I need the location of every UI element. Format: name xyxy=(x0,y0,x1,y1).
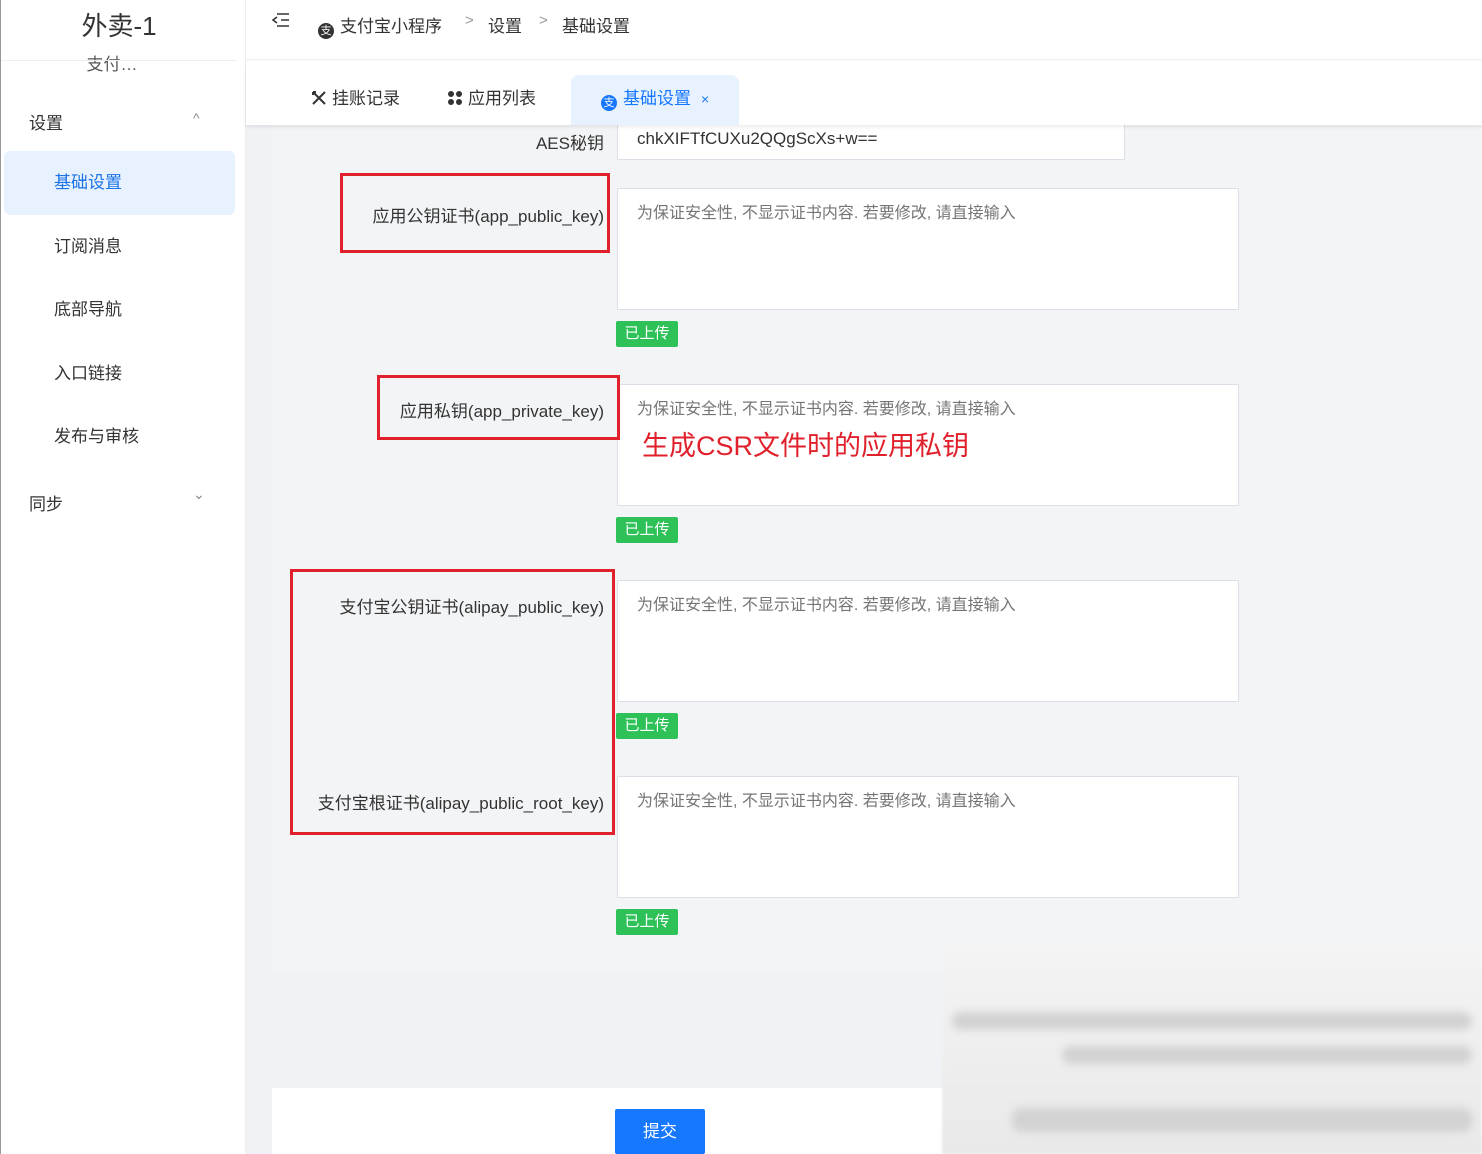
uploaded-badge: 已上传 xyxy=(616,517,678,543)
alipay-icon: 支 xyxy=(318,23,334,39)
tab-bar: 挂账记录 应用列表 支基础设置 × xyxy=(246,61,1482,125)
top-bar: 支支付宝小程序 > 设置 > 基础设置 xyxy=(246,0,1482,60)
alipay-icon: 支 xyxy=(601,95,617,111)
annotation-text: 生成CSR文件时的应用私钥 xyxy=(642,431,970,461)
close-icon[interactable]: × xyxy=(701,91,709,107)
alipay-root-key-textarea[interactable] xyxy=(617,776,1239,898)
sidebar-item-publish-review[interactable]: 发布与审核 xyxy=(4,405,235,469)
sidebar-item-basic-settings[interactable]: 基础设置 xyxy=(4,151,235,215)
app-public-key-textarea[interactable] xyxy=(617,188,1239,310)
annotation-box xyxy=(340,173,610,253)
uploaded-badge: 已上传 xyxy=(616,321,678,347)
menu-group-settings[interactable]: 设置 xyxy=(29,109,63,134)
breadcrumb-separator: > xyxy=(539,12,548,29)
sidebar-item-entry-links[interactable]: 入口链接 xyxy=(4,342,235,406)
tab-basic-settings[interactable]: 支基础设置 × xyxy=(571,75,740,125)
aes-key-label: AES秘钥 xyxy=(535,134,604,153)
collapse-menu-icon[interactable] xyxy=(271,12,290,33)
annotation-box xyxy=(290,569,615,835)
breadcrumb-item-alipay-miniapp[interactable]: 支支付宝小程序 xyxy=(318,12,442,39)
sidebar-item-subscribe-message[interactable]: 订阅消息 xyxy=(4,215,235,279)
uploaded-badge: 已上传 xyxy=(616,909,678,935)
breadcrumb-item-basic-settings: 基础设置 xyxy=(562,17,630,36)
breadcrumb-separator: > xyxy=(465,12,474,29)
grid-icon xyxy=(448,91,462,105)
blurred-overlay xyxy=(942,946,1482,1154)
tab-credit-records[interactable]: 挂账记录 xyxy=(311,75,400,125)
tab-app-list[interactable]: 应用列表 xyxy=(447,75,536,125)
alipay-public-key-textarea[interactable] xyxy=(617,580,1239,702)
sidebar-item-bottom-nav[interactable]: 底部导航 xyxy=(4,278,235,342)
tools-icon xyxy=(312,91,326,105)
sidebar: 外卖-1 支付… 设置 ^ 基础设置 订阅消息 底部导航 入口链接 发布与审核 … xyxy=(0,0,246,1154)
sidebar-divider xyxy=(1,60,237,61)
annotation-box xyxy=(377,375,620,440)
app-title: 外卖-1 xyxy=(81,11,157,41)
submit-button[interactable]: 提交 xyxy=(615,1109,705,1154)
app-subtitle: 支付… xyxy=(86,55,138,74)
menu-group-sync[interactable]: 同步 xyxy=(29,490,63,515)
uploaded-badge: 已上传 xyxy=(616,713,678,739)
chevron-down-icon[interactable]: ⌄ xyxy=(193,486,205,503)
breadcrumb-item-settings[interactable]: 设置 xyxy=(488,12,522,37)
chevron-up-icon[interactable]: ^ xyxy=(193,110,200,126)
